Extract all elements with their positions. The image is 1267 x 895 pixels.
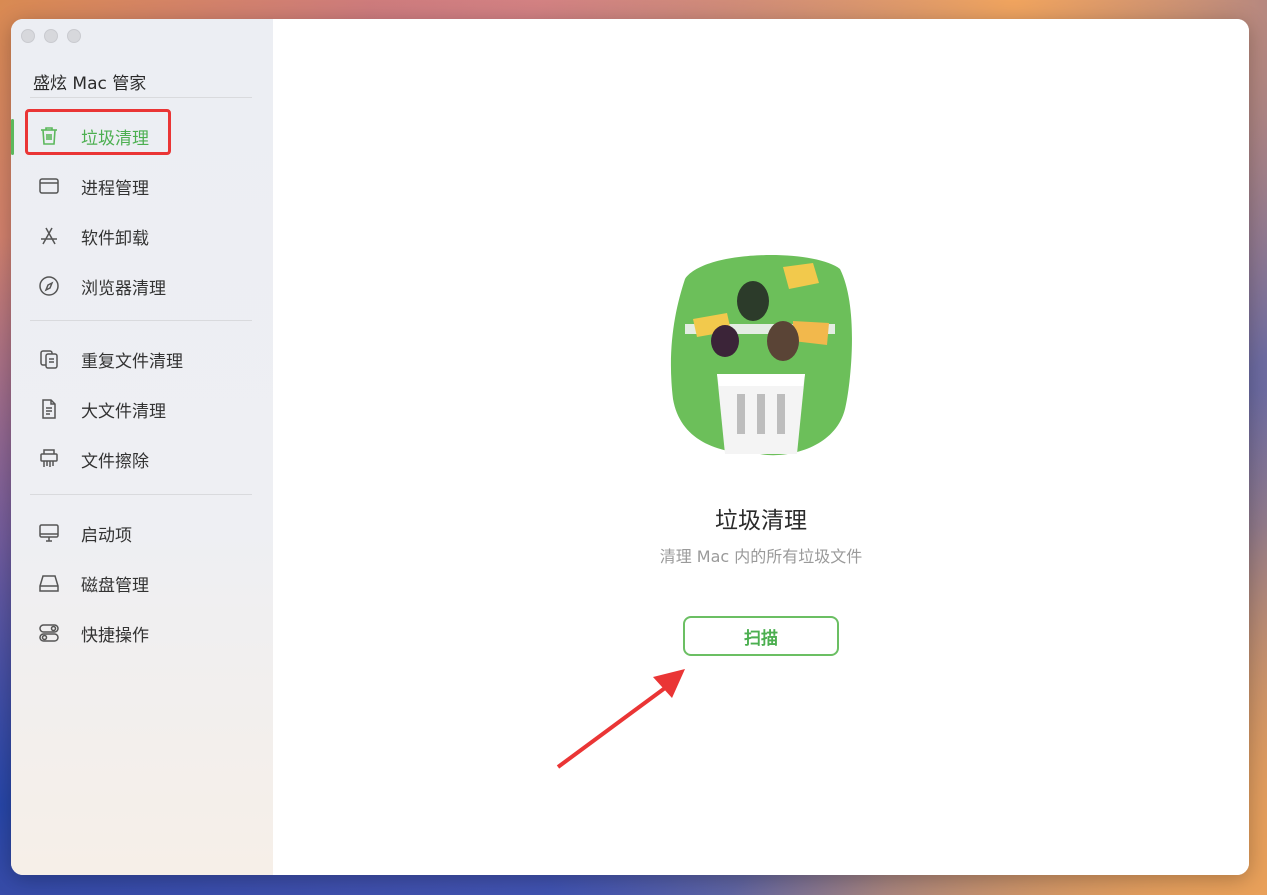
sidebar-item-duplicates[interactable]: 重复文件清理 (29, 339, 249, 379)
document-icon (37, 397, 61, 421)
sidebar: 盛炫 Mac 管家 垃圾清理 进程管理 软件卸载 浏览器清理 重复文件清理 大文… (11, 19, 273, 875)
scan-button[interactable]: 扫描 (683, 616, 839, 656)
sidebar-item-label: 进程管理 (81, 178, 149, 199)
sidebar-item-label: 快捷操作 (81, 625, 149, 646)
shredder-icon (37, 447, 61, 471)
compass-icon (37, 274, 61, 298)
window-icon (37, 174, 61, 198)
sidebar-divider (30, 97, 252, 98)
page-subtitle: 清理 Mac 内的所有垃圾文件 (659, 547, 863, 566)
minimize-window-button[interactable] (44, 29, 58, 43)
app-store-icon (37, 224, 61, 248)
sidebar-item-shortcuts[interactable]: 快捷操作 (29, 613, 249, 653)
page-title: 垃圾清理 (715, 508, 807, 534)
main-panel: 垃圾清理 清理 Mac 内的所有垃圾文件 扫描 (273, 19, 1249, 875)
sidebar-item-label: 浏览器清理 (81, 278, 166, 299)
monitor-icon (37, 521, 61, 545)
disk-icon (37, 571, 61, 595)
sidebar-item-browser[interactable]: 浏览器清理 (29, 266, 249, 306)
sidebar-divider (30, 494, 252, 495)
sidebar-item-label: 磁盘管理 (81, 575, 149, 596)
duplicate-files-icon (37, 347, 61, 371)
annotation-highlight-box (25, 109, 171, 155)
sidebar-item-disk[interactable]: 磁盘管理 (29, 563, 249, 603)
app-title: 盛炫 Mac 管家 (33, 74, 147, 94)
sidebar-divider (30, 320, 252, 321)
sidebar-item-label: 重复文件清理 (81, 351, 183, 372)
sidebar-item-label: 启动项 (81, 525, 132, 546)
sidebar-item-label: 大文件清理 (81, 401, 166, 422)
sidebar-item-process[interactable]: 进程管理 (29, 166, 249, 206)
app-window: 盛炫 Mac 管家 垃圾清理 进程管理 软件卸载 浏览器清理 重复文件清理 大文… (11, 19, 1249, 875)
zoom-window-button[interactable] (67, 29, 81, 43)
close-window-button[interactable] (21, 29, 35, 43)
toggles-icon (37, 621, 61, 645)
sidebar-item-startup[interactable]: 启动项 (29, 513, 249, 553)
active-indicator (11, 119, 14, 155)
sidebar-item-large-files[interactable]: 大文件清理 (29, 389, 249, 429)
sidebar-item-label: 文件擦除 (81, 451, 149, 472)
sidebar-item-label: 软件卸载 (81, 228, 149, 249)
sidebar-item-uninstall[interactable]: 软件卸载 (29, 216, 249, 256)
window-controls (21, 29, 81, 43)
junk-clean-illustration (670, 255, 852, 456)
sidebar-item-shred[interactable]: 文件擦除 (29, 439, 249, 479)
